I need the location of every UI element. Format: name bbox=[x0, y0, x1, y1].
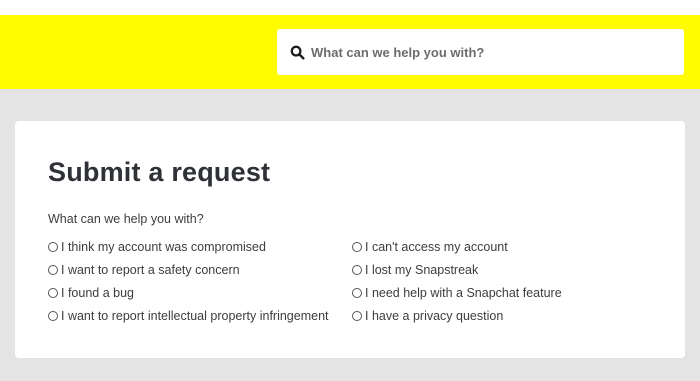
option-report-safety-concern[interactable]: I want to report a safety concern bbox=[48, 263, 240, 277]
radio-button[interactable] bbox=[48, 288, 58, 298]
search-bar[interactable] bbox=[277, 29, 684, 75]
option-label: I found a bug bbox=[61, 286, 134, 300]
search-input[interactable] bbox=[311, 44, 671, 60]
option-label: I want to report intellectual property i… bbox=[61, 309, 329, 323]
option-cant-access-account[interactable]: I can't access my account bbox=[352, 240, 508, 254]
radio-button[interactable] bbox=[352, 265, 362, 275]
radio-button[interactable] bbox=[352, 242, 362, 252]
radio-button[interactable] bbox=[48, 242, 58, 252]
radio-button[interactable] bbox=[352, 288, 362, 298]
option-account-compromised[interactable]: I think my account was compromised bbox=[48, 240, 266, 254]
radio-button[interactable] bbox=[48, 265, 58, 275]
radio-button[interactable] bbox=[352, 311, 362, 321]
option-label: I can't access my account bbox=[365, 240, 508, 254]
option-privacy-question[interactable]: I have a privacy question bbox=[352, 309, 503, 323]
option-snapchat-feature-help[interactable]: I need help with a Snapchat feature bbox=[352, 286, 562, 300]
option-label: I want to report a safety concern bbox=[61, 263, 240, 277]
option-ip-infringement[interactable]: I want to report intellectual property i… bbox=[48, 309, 329, 323]
option-found-bug[interactable]: I found a bug bbox=[48, 286, 134, 300]
page-title: Submit a request bbox=[48, 157, 271, 187]
option-label: I need help with a Snapchat feature bbox=[365, 286, 562, 300]
option-label: I have a privacy question bbox=[365, 309, 504, 323]
question-label: What can we help you with? bbox=[48, 212, 204, 226]
option-label: I lost my Snapstreak bbox=[365, 263, 479, 277]
top-strip bbox=[0, 0, 700, 15]
option-lost-snapstreak[interactable]: I lost my Snapstreak bbox=[352, 263, 478, 277]
radio-button[interactable] bbox=[48, 311, 58, 321]
search-icon bbox=[289, 44, 305, 60]
request-form-card: Submit a request What can we help you wi… bbox=[15, 121, 685, 358]
option-label: I think my account was compromised bbox=[61, 240, 266, 254]
